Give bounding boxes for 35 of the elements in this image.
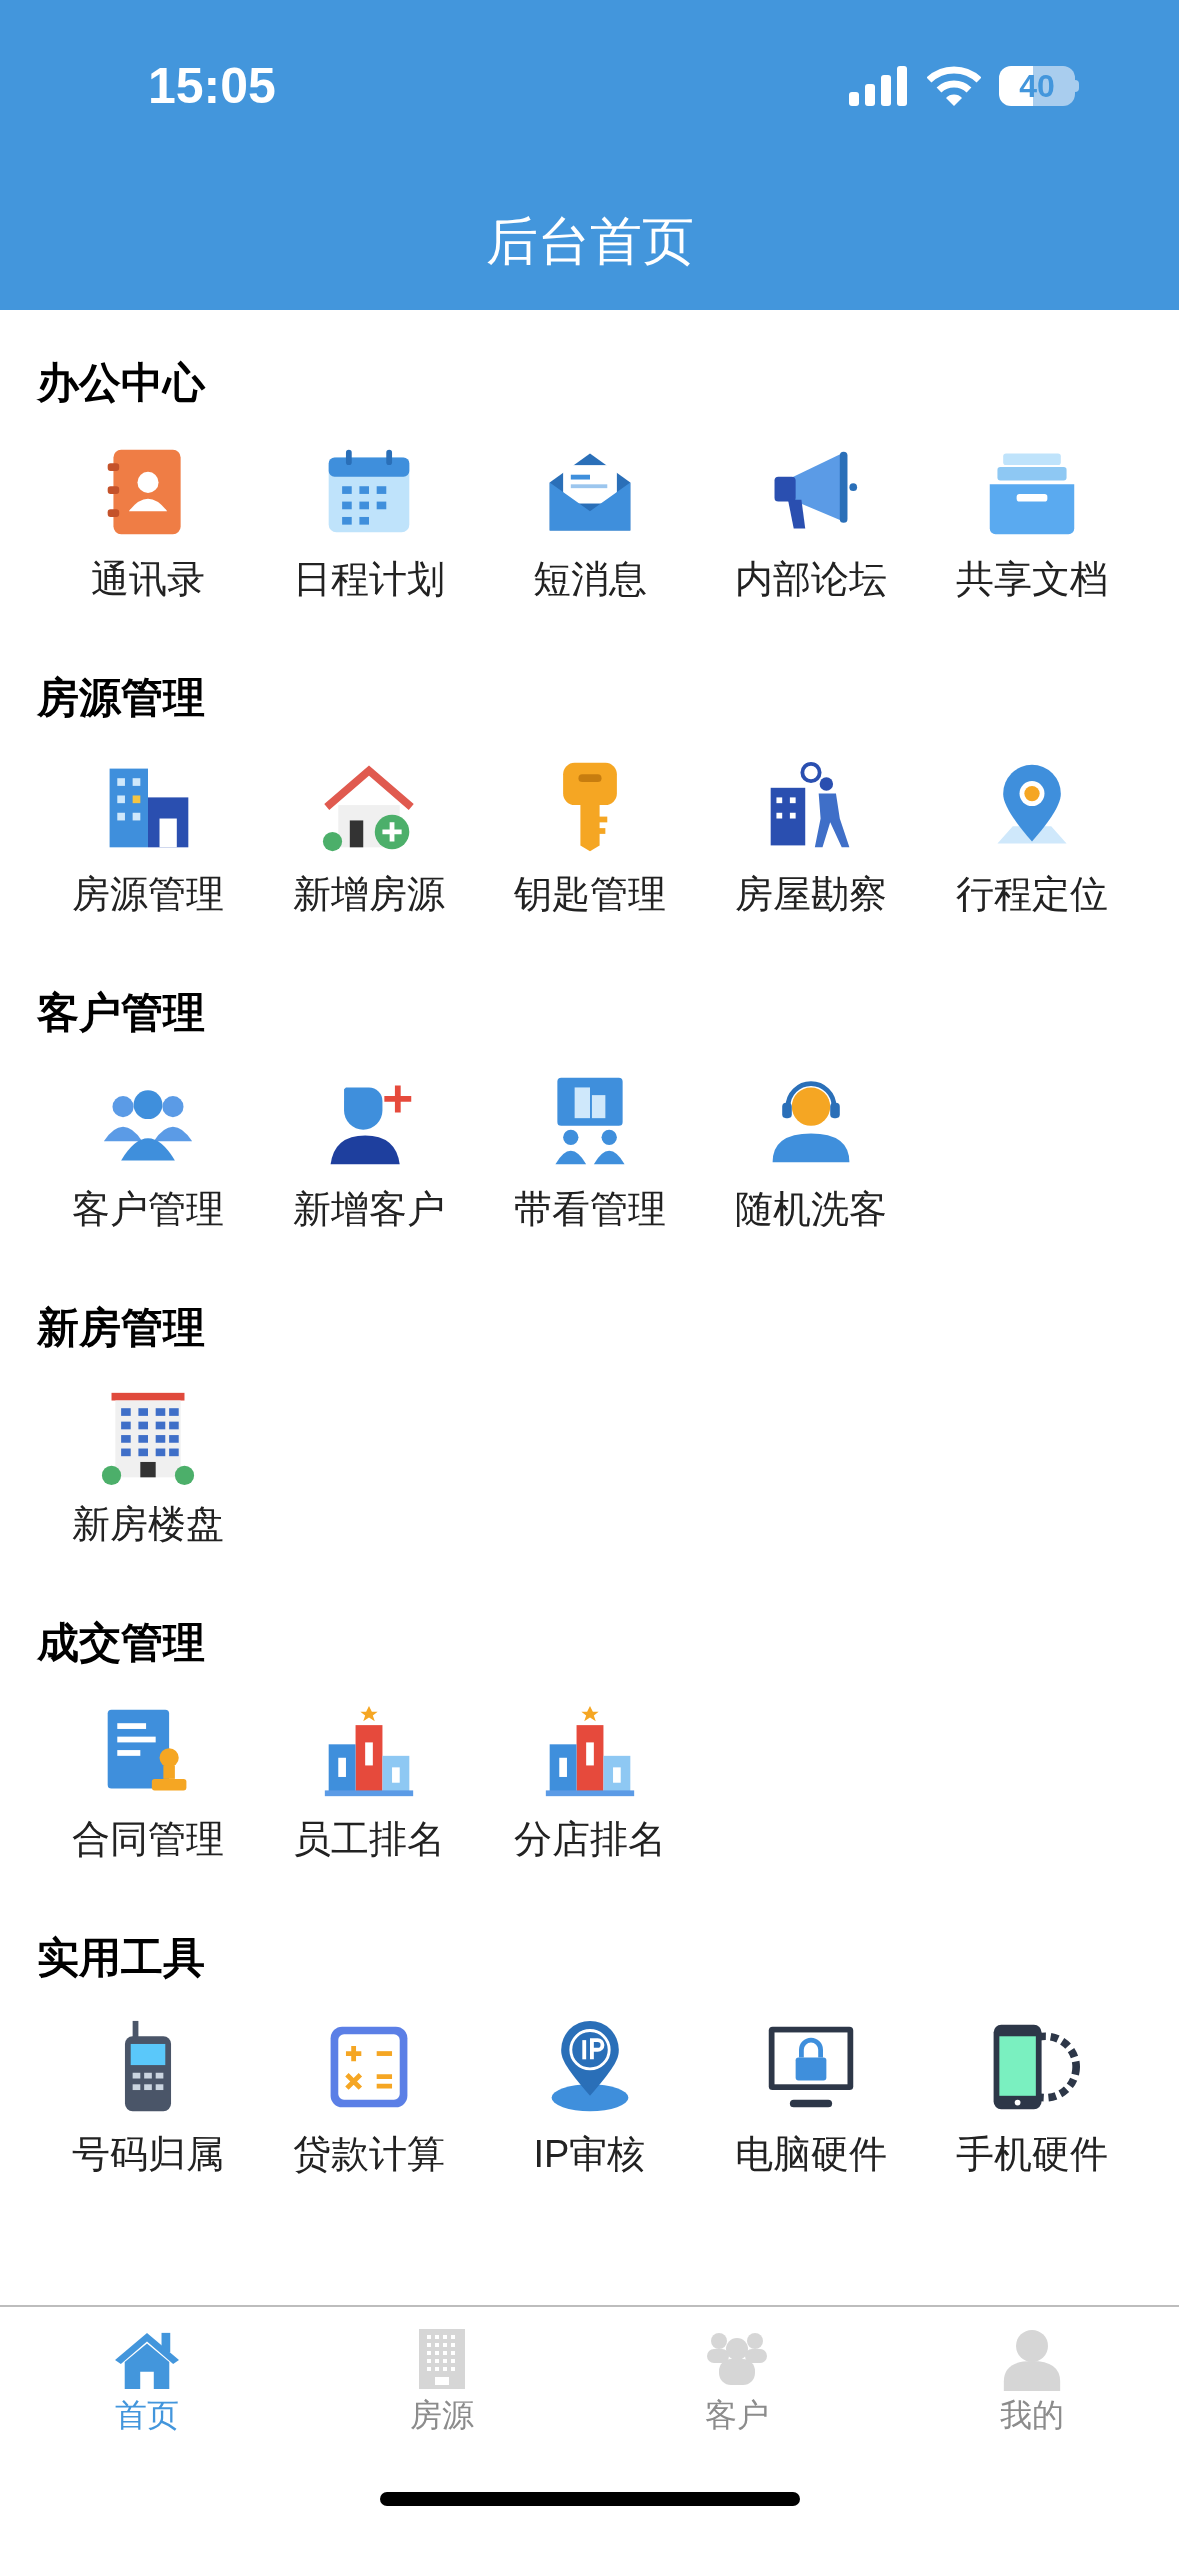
menu-item[interactable]: 贷款计算: [292, 2135, 445, 2173]
menu-item[interactable]: 新增客户: [292, 1190, 445, 1228]
person-icon: [1001, 2329, 1062, 2391]
menu-item[interactable]: 随机洗客: [734, 1190, 887, 1228]
menu-item[interactable]: 带看管理: [513, 1190, 666, 1228]
menu-item[interactable]: 钥匙管理: [513, 875, 666, 913]
page-title: 后台首页: [485, 211, 694, 272]
menu-item[interactable]: 号码归属: [71, 2135, 224, 2173]
menu-item[interactable]: 合同管理: [71, 1820, 224, 1858]
menu-item[interactable]: 客户管理: [71, 1190, 224, 1228]
menu-item[interactable]: 通讯录: [90, 560, 205, 598]
menu-item[interactable]: 房屋勘察: [734, 875, 887, 913]
section-title: 办公中心: [37, 362, 207, 404]
wifi-icon: [927, 66, 981, 106]
section-title: 成交管理: [37, 1622, 206, 1664]
menu-item[interactable]: IP审核: [533, 2135, 646, 2173]
section-title: 实用工具: [37, 1937, 206, 1979]
menu-item[interactable]: 分店排名: [513, 1820, 666, 1858]
section-title: 新房管理: [37, 1307, 206, 1349]
section-title: 房源管理: [37, 677, 206, 719]
menu-item[interactable]: 新房楼盘: [71, 1505, 224, 1543]
menu-item[interactable]: 电脑硬件: [734, 2135, 887, 2173]
section-title: 客户管理: [37, 992, 206, 1034]
menu-item[interactable]: 日程计划: [292, 560, 445, 598]
menu-item[interactable]: 短消息: [532, 560, 647, 598]
signal-icon: [849, 66, 909, 106]
menu-item[interactable]: 手机硬件: [955, 2135, 1108, 2173]
menu-item[interactable]: 内部论坛: [734, 560, 887, 598]
building-icon: [419, 2329, 466, 2389]
menu-item[interactable]: 房源管理: [71, 875, 224, 913]
menu-item[interactable]: 新增房源: [292, 875, 445, 913]
menu-item[interactable]: 员工排名: [292, 1820, 445, 1858]
menu-item[interactable]: 共享文档: [955, 560, 1108, 598]
status-time: 15:05: [148, 56, 276, 116]
menu-item[interactable]: 行程定位: [955, 875, 1108, 913]
